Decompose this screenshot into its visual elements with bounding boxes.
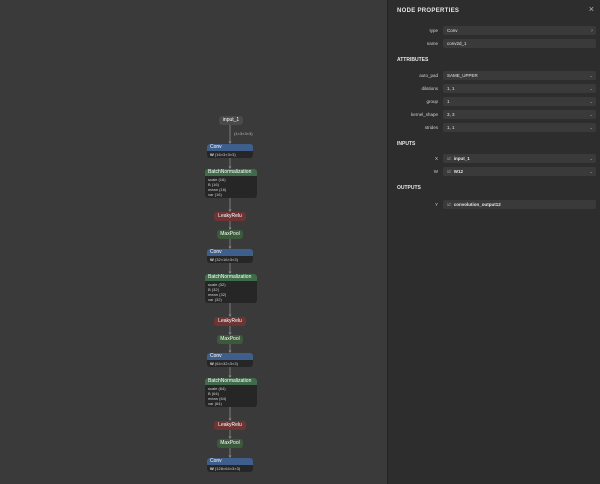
- input-label: W: [433, 169, 438, 174]
- chevron-down-icon: ⌄: [589, 125, 593, 130]
- leakyrelu-node-label: LeakyRelu: [218, 318, 242, 324]
- attr-value: 1: [447, 99, 450, 104]
- maxpool-node-2[interactable]: MaxPool: [217, 335, 243, 344]
- conv-node-4[interactable]: Conv W (128×64×3×3): [207, 458, 253, 472]
- input-value: W12: [453, 169, 464, 174]
- chevron-down-icon: ⌄: [589, 99, 593, 104]
- input-node-label: input_1: [222, 117, 240, 123]
- batchnorm-node-1[interactable]: BatchNormalization scale (16) B (16) mea…: [205, 169, 257, 198]
- conv-node-2[interactable]: Conv W (32×16×3×3): [207, 249, 253, 263]
- maxpool-node-label: MaxPool: [220, 231, 240, 237]
- prop-field-type[interactable]: Conv ?: [443, 26, 596, 35]
- attr-field-auto-pad[interactable]: SAME_UPPER ⌄: [443, 71, 596, 80]
- conv-node-title: Conv: [207, 458, 253, 465]
- attr-field-strides[interactable]: 1, 1 ⌄: [443, 123, 596, 132]
- maxpool-node-1[interactable]: MaxPool: [217, 230, 243, 239]
- graph-edges: [228, 125, 232, 458]
- input-label: X: [434, 156, 438, 161]
- leakyrelu-node-2[interactable]: LeakyRelu: [214, 317, 246, 326]
- attr-value: 1, 1: [447, 125, 455, 130]
- attr-label: kernel_shape: [410, 112, 438, 117]
- conv-node-title: Conv: [207, 353, 253, 360]
- input-field-w[interactable]: id: W12 ⌄: [443, 167, 596, 176]
- conv-weight-shape: (16×3×3×3): [214, 152, 236, 157]
- prop-value-type: Conv: [447, 28, 458, 33]
- bn-param-shape: (64): [214, 401, 222, 406]
- id-prefix: id:: [447, 202, 452, 207]
- attr-field-group[interactable]: 1 ⌄: [443, 97, 596, 106]
- conv-weight-label: W: [210, 361, 214, 366]
- chevron-down-icon: ⌄: [589, 86, 593, 91]
- outputs-heading: OUTPUTS: [397, 185, 421, 191]
- attr-value: 1, 1: [447, 86, 455, 91]
- conv-weight-shape: (64×32×3×3): [214, 361, 238, 366]
- inputs-heading: INPUTS: [397, 141, 416, 147]
- bn-param-shape: (32): [214, 297, 222, 302]
- bn-param-name: var: [208, 401, 214, 406]
- conv-node-1[interactable]: Conv W (16×3×3×3): [207, 144, 253, 158]
- conv-weight-shape: (32×16×3×3): [214, 257, 238, 262]
- leakyrelu-node-3[interactable]: LeakyRelu: [214, 421, 246, 430]
- attr-label: group: [426, 99, 438, 104]
- input-value: input_1: [453, 156, 470, 161]
- maxpool-node-label: MaxPool: [220, 336, 240, 342]
- bn-param-name: var: [208, 192, 214, 197]
- batchnorm-node-3[interactable]: BatchNormalization scale (64) B (64) mea…: [205, 378, 257, 407]
- prop-label-type: type: [429, 28, 438, 33]
- output-value: convolution_output12: [453, 202, 501, 207]
- input-shape-label: (1×3×3×3): [234, 131, 253, 136]
- chevron-down-icon: ⌄: [589, 112, 593, 117]
- attr-field-kernel-shape[interactable]: 3, 3 ⌄: [443, 110, 596, 119]
- panel-title: NODE PROPERTIES: [397, 8, 460, 14]
- input-node[interactable]: input_1: [219, 116, 243, 125]
- prop-field-name[interactable]: conv2d_1: [443, 39, 596, 48]
- batchnorm-node-2[interactable]: BatchNormalization scale (32) B (32) mea…: [205, 274, 257, 303]
- node-properties-panel: NODE PROPERTIES × type Conv ? name conv2…: [387, 0, 600, 484]
- maxpool-node-3[interactable]: MaxPool: [217, 439, 243, 448]
- chevron-down-icon: ⌄: [589, 169, 593, 174]
- maxpool-node-label: MaxPool: [220, 440, 240, 446]
- output-label: Y: [434, 202, 438, 207]
- conv-weight-label: W: [210, 257, 214, 262]
- attr-label: strides: [424, 125, 438, 130]
- bn-param-shape: (16): [214, 192, 222, 197]
- chevron-down-icon: ⌄: [589, 73, 593, 78]
- prop-label-name: name: [426, 41, 438, 46]
- chevron-down-icon: ⌄: [589, 156, 593, 161]
- conv-node-title: Conv: [207, 249, 253, 256]
- leakyrelu-node-1[interactable]: LeakyRelu: [214, 212, 246, 221]
- conv-weight-shape: (128×64×3×3): [214, 466, 241, 471]
- attr-label: dilations: [421, 86, 438, 91]
- output-field-y[interactable]: id: convolution_output12: [443, 200, 596, 209]
- attr-field-dilations[interactable]: 1, 1 ⌄: [443, 84, 596, 93]
- id-prefix: id:: [447, 156, 452, 161]
- attr-value: SAME_UPPER: [447, 73, 478, 78]
- leakyrelu-node-label: LeakyRelu: [218, 422, 242, 428]
- id-prefix: id:: [447, 169, 452, 174]
- bn-param-shape: (64): [218, 386, 226, 391]
- bn-param-name: var: [208, 297, 214, 302]
- attributes-heading: ATTRIBUTES: [397, 57, 429, 63]
- help-icon[interactable]: ?: [591, 26, 593, 35]
- batchnorm-node-title: BatchNormalization: [205, 274, 257, 281]
- input-field-x[interactable]: id: input_1 ⌄: [443, 154, 596, 163]
- attr-value: 3, 3: [447, 112, 455, 117]
- leakyrelu-node-label: LeakyRelu: [218, 213, 242, 219]
- attr-label: auto_pad: [419, 73, 438, 78]
- bn-param-shape: (32): [218, 282, 226, 287]
- bn-param-shape: (16): [218, 177, 226, 182]
- conv-node-title: Conv: [207, 144, 253, 151]
- graph-view[interactable]: input_1 (1×3×3×3) Conv W (16×3×3×3) Batc…: [0, 0, 387, 484]
- close-icon[interactable]: ×: [589, 4, 594, 14]
- conv-weight-label: W: [210, 152, 214, 157]
- conv-node-3[interactable]: Conv W (64×32×3×3): [207, 353, 253, 367]
- conv-weight-label: W: [210, 466, 214, 471]
- prop-value-name: conv2d_1: [447, 41, 467, 46]
- batchnorm-node-title: BatchNormalization: [205, 169, 257, 176]
- batchnorm-node-title: BatchNormalization: [205, 378, 257, 385]
